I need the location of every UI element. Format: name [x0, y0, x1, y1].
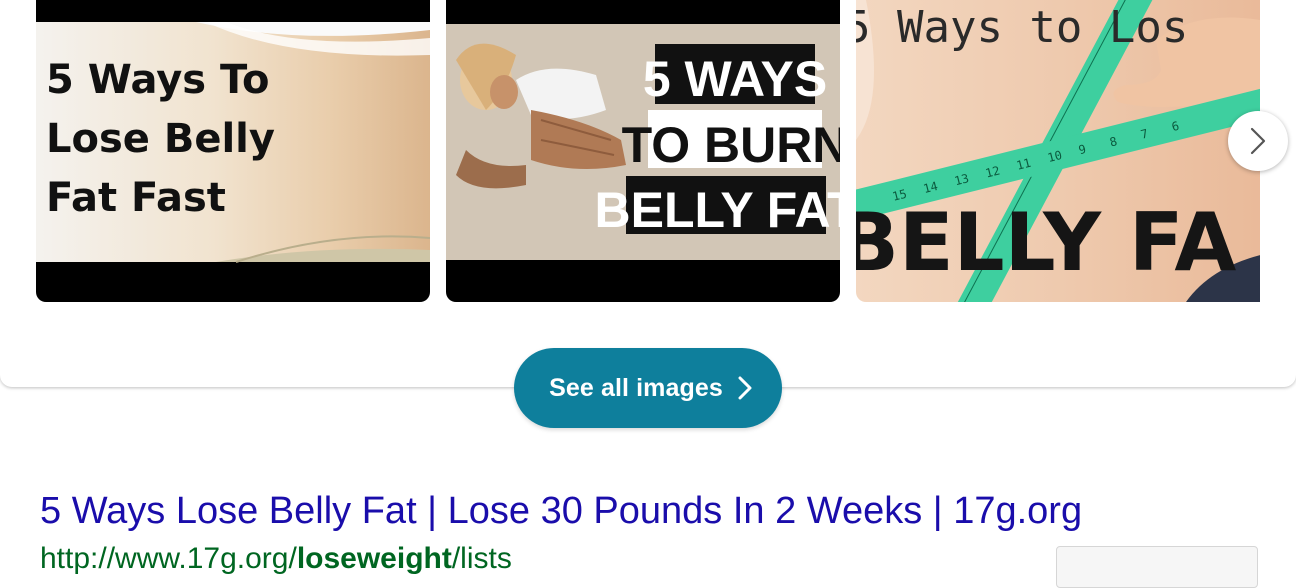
- image-thumbnail-3[interactable]: 15 14 13 12 11 10 9 8 7 6 5 Ways to Los …: [856, 0, 1260, 302]
- thumbnail-2-line-1: 5 WAYS: [643, 51, 827, 107]
- image-carousel: 5 Ways To Lose Belly Fat Fast 5 WAYS TO …: [0, 0, 1260, 554]
- carousel-next-button[interactable]: [1228, 111, 1288, 171]
- result-title-link[interactable]: 5 Ways Lose Belly Fat | Lose 30 Pounds I…: [40, 490, 1082, 533]
- thumbnail-3-big-text: BELLY FA: [856, 196, 1236, 289]
- chevron-right-icon: [737, 375, 753, 401]
- see-all-images-button[interactable]: See all images: [514, 348, 782, 428]
- chevron-right-icon: [1250, 127, 1266, 155]
- result-url[interactable]: http://www.17g.org/loseweight/lists: [40, 542, 512, 576]
- result-url-start: http://www.17g.org/: [40, 542, 297, 575]
- thumbnail-1-line-3: Fat Fast: [46, 175, 226, 221]
- measuring-tape-photo: 15 14 13 12 11 10 9 8 7 6 5 Ways to Los …: [856, 0, 1260, 302]
- result-url-end: /lists: [451, 542, 512, 575]
- see-all-images-label: See all images: [549, 373, 723, 402]
- image-thumbnail-1[interactable]: 5 Ways To Lose Belly Fat Fast: [36, 0, 430, 302]
- thumbnail-1-line-2: Lose Belly: [46, 116, 275, 162]
- thumbnail-2-line-3: BELLY FAT: [594, 182, 840, 238]
- thumbnail-2-line-2: TO BURN: [622, 117, 840, 173]
- image-thumbnail-2[interactable]: 5 WAYS TO BURN BELLY FAT: [446, 0, 840, 302]
- thumbnail-1-line-1: 5 Ways To: [46, 57, 269, 103]
- thumbnail-3-top-text: 5 Ways to Los: [856, 2, 1188, 53]
- result-url-bold: loseweight: [296, 542, 452, 575]
- belly-photo-1: 5 Ways To Lose Belly Fat Fast: [36, 0, 430, 302]
- result-thumbnail[interactable]: [1056, 546, 1258, 588]
- workout-photo: 5 WAYS TO BURN BELLY FAT: [446, 0, 840, 302]
